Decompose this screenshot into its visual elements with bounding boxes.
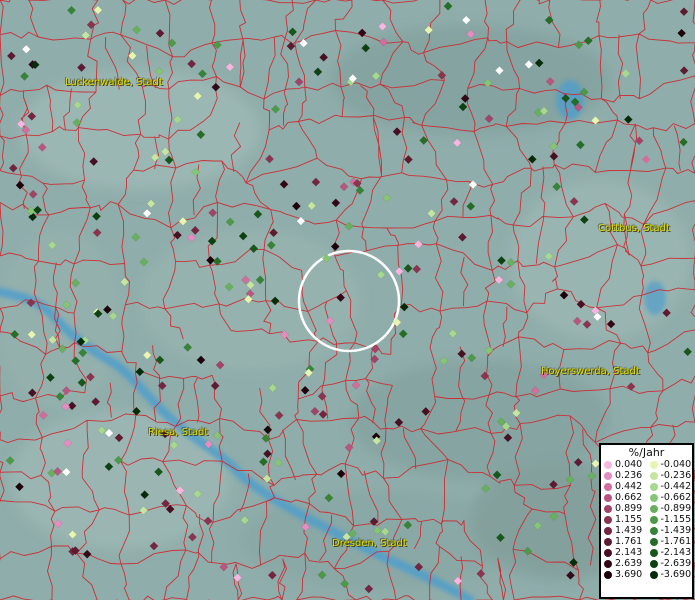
green-dot-icon [649, 548, 658, 557]
pink-dot-icon [604, 493, 612, 502]
legend-row: 1.439 -1.439 [601, 525, 692, 536]
legend-positive-entry: 1.761 [601, 536, 647, 547]
legend-value: 0.236 [615, 470, 643, 481]
legend-value: -2.143 [660, 547, 692, 558]
legend-row: 2.143 -2.143 [601, 547, 692, 558]
city-label-hoyerswerda: Hoyerswerda, Stadt [541, 366, 640, 377]
green-dot-icon [649, 504, 658, 513]
city-label-dresden: Dresden, Stadt [332, 538, 407, 549]
legend-negative-entry: -0.236 [647, 470, 693, 481]
legend-value: -0.236 [660, 470, 692, 481]
city-label-riesa: Riesa, Stadt [148, 427, 209, 438]
pink-dot-icon [604, 504, 612, 513]
legend-negative-entry: -2.639 [647, 558, 693, 569]
legend-value: -2.639 [660, 558, 692, 569]
map-canvas[interactable] [0, 0, 695, 600]
legend-row: 2.639 -2.639 [601, 558, 692, 569]
pink-dot-icon [604, 559, 612, 568]
legend-negative-entry: -1.155 [647, 514, 693, 525]
legend-value: 0.899 [615, 503, 643, 514]
pink-dot-icon [604, 482, 612, 491]
legend-positive-entry: 1.439 [601, 525, 647, 536]
legend-row: 0.236 -0.236 [601, 470, 692, 481]
legend-value: -3.690 [660, 569, 692, 580]
legend-positive-entry: 2.143 [601, 547, 647, 558]
legend-negative-entry: -0.040 [647, 459, 693, 470]
legend-value: -1.155 [660, 514, 692, 525]
green-dot-icon [649, 471, 658, 480]
legend-value: 0.040 [615, 459, 643, 470]
green-dot-icon [649, 537, 658, 546]
legend-row: 0.442 -0.442 [601, 481, 692, 492]
legend-negative-entry: -1.761 [647, 536, 693, 547]
pink-dot-icon [604, 548, 612, 557]
city-label-luckenwalde: Luckenwalde, Stadt [65, 77, 163, 88]
legend-title: %/Jahr [628, 446, 665, 459]
legend-positive-entry: 1.155 [601, 514, 647, 525]
legend-positive-entry: 0.236 [601, 470, 647, 481]
legend-value: 1.761 [615, 536, 643, 547]
green-dot-icon [649, 526, 658, 535]
pink-dot-icon [604, 537, 612, 546]
legend-value: 2.639 [615, 558, 643, 569]
legend-value: -1.439 [660, 525, 692, 536]
legend-negative-entry: -0.442 [647, 481, 693, 492]
city-label-cottbus: Cottbus, Stadt [598, 223, 670, 234]
legend: %/Jahr 0.040 -0.040 0.236 -0.236 0.442 -0.442… [599, 443, 694, 599]
legend-positive-entry: 0.442 [601, 481, 647, 492]
legend-value: -0.662 [660, 492, 692, 503]
legend-value: 1.439 [615, 525, 643, 536]
legend-positive-entry: 0.040 [601, 459, 647, 470]
green-dot-icon [649, 460, 658, 469]
legend-value: -0.442 [660, 481, 692, 492]
legend-negative-entry: -1.439 [647, 525, 693, 536]
legend-value: -0.899 [660, 503, 692, 514]
green-dot-icon [649, 482, 658, 491]
green-dot-icon [649, 493, 658, 502]
legend-value: 0.442 [615, 481, 643, 492]
legend-row: 3.690 -3.690 [601, 569, 692, 580]
legend-value: 0.662 [615, 492, 643, 503]
green-dot-icon [649, 570, 658, 579]
pink-dot-icon [604, 460, 612, 469]
legend-value: 3.690 [615, 569, 643, 580]
legend-negative-entry: -3.690 [647, 569, 693, 580]
green-dot-icon [649, 559, 658, 568]
legend-rows: 0.040 -0.040 0.236 -0.236 0.442 -0.442 0.662 -0… [601, 459, 692, 580]
pink-dot-icon [604, 526, 612, 535]
pink-dot-icon [604, 570, 612, 579]
legend-row: 0.040 -0.040 [601, 459, 692, 470]
legend-negative-entry: -2.143 [647, 547, 693, 558]
legend-positive-entry: 0.899 [601, 503, 647, 514]
legend-value: -1.761 [660, 536, 692, 547]
legend-negative-entry: -0.662 [647, 492, 693, 503]
legend-row: 0.899 -0.899 [601, 503, 692, 514]
legend-positive-entry: 2.639 [601, 558, 647, 569]
pink-dot-icon [604, 471, 612, 480]
legend-negative-entry: -0.899 [647, 503, 693, 514]
legend-value: 2.143 [615, 547, 643, 558]
legend-value: -0.040 [660, 459, 692, 470]
pink-dot-icon [604, 515, 612, 524]
legend-positive-entry: 0.662 [601, 492, 647, 503]
legend-row: 0.662 -0.662 [601, 492, 692, 503]
legend-positive-entry: 3.690 [601, 569, 647, 580]
legend-row: 1.761 -1.761 [601, 536, 692, 547]
green-dot-icon [649, 515, 658, 524]
legend-row: 1.155 -1.155 [601, 514, 692, 525]
legend-value: 1.155 [615, 514, 643, 525]
